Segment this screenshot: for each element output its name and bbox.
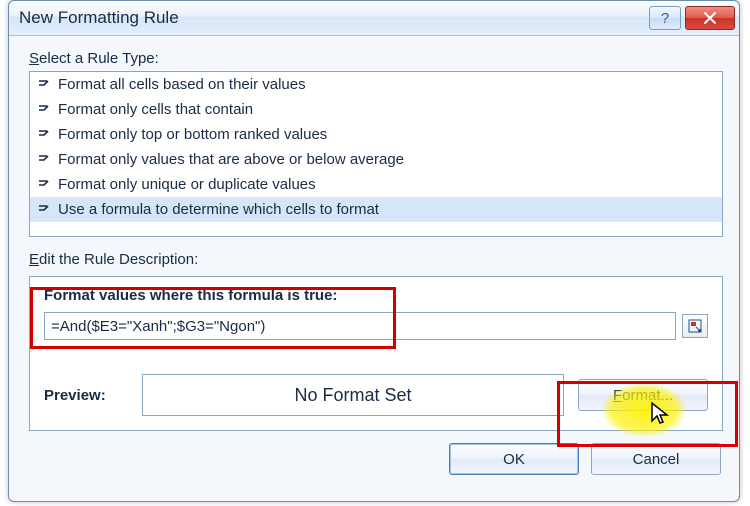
new-formatting-rule-dialog: New Formatting Rule ? Select a Rule Type… (8, 0, 740, 502)
close-button[interactable] (685, 6, 735, 30)
cancel-button[interactable]: Cancel (591, 443, 721, 475)
rule-type-item-selected[interactable]: Use a formula to determine which cells t… (30, 197, 722, 222)
rule-type-item[interactable]: Format only top or bottom ranked values (30, 122, 722, 147)
window-title: New Formatting Rule (19, 8, 649, 28)
bullet-icon (38, 205, 50, 215)
bullet-icon (38, 130, 50, 140)
help-icon: ? (661, 10, 669, 27)
edit-rule-box: Format values where this formula is true… (29, 276, 723, 431)
select-rule-type-label: Select a Rule Type: (29, 50, 723, 67)
help-button[interactable]: ? (649, 6, 681, 30)
formula-header: Format values where this formula is true… (44, 287, 708, 304)
preview-label: Preview: (44, 387, 128, 404)
bullet-icon (38, 105, 50, 115)
ok-button[interactable]: OK (449, 443, 579, 475)
close-icon (703, 12, 717, 24)
bullet-icon (38, 80, 50, 90)
format-button[interactable]: Format... (578, 379, 708, 411)
rule-type-item[interactable]: Format all cells based on their values (30, 72, 722, 97)
rule-type-item[interactable]: Format only values that are above or bel… (30, 147, 722, 172)
range-selector-button[interactable] (682, 314, 708, 338)
titlebar: New Formatting Rule ? (9, 1, 739, 36)
bullet-icon (38, 180, 50, 190)
rule-type-item[interactable]: Format only unique or duplicate values (30, 172, 722, 197)
edit-rule-description-label: Edit the Rule Description: (29, 251, 723, 268)
bullet-icon (38, 155, 50, 165)
rule-type-item[interactable]: Format only cells that contain (30, 97, 722, 122)
formula-input[interactable] (44, 312, 676, 340)
range-selector-icon (688, 319, 702, 333)
rule-type-list[interactable]: Format all cells based on their values F… (29, 71, 723, 237)
preview-box: No Format Set (142, 374, 564, 416)
